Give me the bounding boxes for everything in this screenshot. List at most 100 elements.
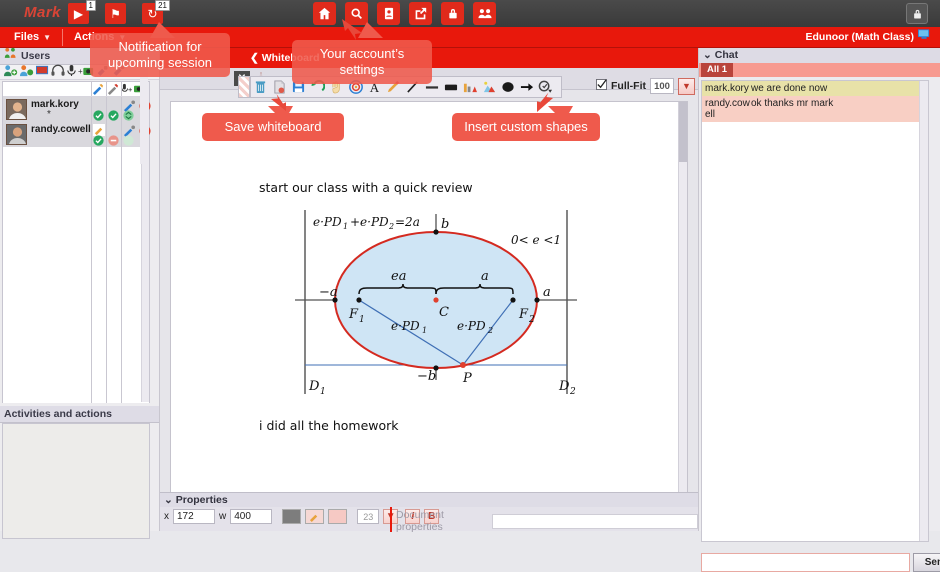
canvas-scroll-thumb[interactable] [679,102,687,162]
microphone-icon[interactable] [66,64,77,80]
send-button[interactable]: Send [913,553,940,572]
ellipse-tool[interactable] [498,77,517,97]
home-icon[interactable] [313,2,336,25]
chat-input[interactable] [701,553,910,572]
full-fit-label: Full-Fit [611,80,646,92]
menu-divider [62,29,63,46]
account-label[interactable]: Edunoor (Math Class) [805,27,930,48]
svg-text:−a: −a [319,285,338,300]
toolbar-drag-handle[interactable] [238,76,250,98]
svg-text:a: a [543,285,551,300]
fill-color-swatch[interactable] [282,509,302,524]
users-table-empty-area [3,147,149,403]
w-label: w [219,511,227,522]
row-divider [106,97,107,122]
chevron-left-icon: ❮ [250,52,259,64]
svg-text:2: 2 [388,222,394,231]
zoom-dropdown-caret[interactable]: ▼ [678,77,695,95]
row-divider [91,147,92,403]
rectangle-tool[interactable] [441,77,460,97]
canvas-text-2[interactable]: i did all the homework [259,418,399,433]
screen-share-icon[interactable] [35,64,50,80]
svg-text:1: 1 [320,387,326,397]
canvas-scrollbar[interactable] [678,102,687,524]
share-icon[interactable] [409,2,432,25]
svg-text:e·PD: e·PD [457,319,486,333]
full-fit-checkbox[interactable] [596,79,607,93]
zoom-value[interactable]: 100 [650,78,674,94]
svg-text:ea: ea [391,269,406,284]
chat-panel: ⌄ Chat All 1 mark.kory we are done now r… [698,48,940,572]
add-user-icon[interactable] [3,64,18,80]
canvas-text-1[interactable]: start our class with a quick review [259,180,473,195]
svg-text:e·PD: e·PD [391,319,420,333]
full-fit-control: Full-Fit 100 ▼ [596,76,695,96]
chat-header[interactable]: ⌄ Chat [699,48,940,63]
table-row[interactable]: mark.kory * [3,97,151,122]
column-divider [106,82,107,96]
svg-text:1: 1 [343,222,348,231]
avatar [6,99,27,120]
properties-header[interactable]: ⌄ Properties [160,493,698,507]
list-item: mark.kory we are done now [702,81,928,96]
svg-text:D: D [308,379,320,394]
users-icon [4,47,17,65]
document-properties-row: Document properties [396,509,698,533]
svg-text:a: a [481,269,489,284]
play-icon: ▶ [73,6,84,21]
callout-account-settings: Your account’s settings [292,40,432,84]
flag-notification-button[interactable]: ⚑ [105,3,126,24]
svg-text:1: 1 [422,326,427,335]
x-input[interactable]: 172 [173,509,215,524]
users-table-header: + [3,82,149,97]
row-divider [121,97,122,122]
svg-text:0< e <1: 0< e <1 [511,233,561,247]
pen-color-swatch[interactable] [305,509,325,524]
session-reminder-button[interactable]: ↻ 21 [142,0,170,24]
svg-text:2: 2 [487,326,493,335]
whiteboard-canvas[interactable]: start our class with a quick review i di… [170,101,688,525]
user-sub: * [47,109,51,120]
pointer-arrow-save [268,93,288,116]
column-pen-icon [92,83,105,98]
chat-tab-all[interactable]: All 1 [701,63,734,77]
image-tool[interactable] [479,77,498,97]
row-divider [91,122,92,147]
chevron-down-icon: ⌄ [703,49,712,61]
play-notification-button[interactable]: ▶ 1 [68,0,96,24]
activities-header: Activities and actions [0,406,159,423]
menu-files[interactable]: Files ▼ [6,27,59,48]
chat-messages: mark.kory we are done now randy.cowell o… [701,80,929,542]
user-name: randy.cowell [31,124,91,135]
svg-text:b: b [441,217,449,232]
message-author: randy.cowell [705,98,750,120]
w-input[interactable]: 400 [230,509,273,524]
row-divider [106,122,107,147]
document-properties-field[interactable] [491,513,698,529]
secure-lock-icon[interactable] [906,3,928,24]
arrow-tool[interactable] [517,77,536,97]
callout-insert-shapes: Insert custom shapes [452,113,600,141]
svg-text:D: D [558,379,570,394]
table-row[interactable]: randy.cowell [3,122,151,147]
svg-text:2: 2 [528,315,535,325]
x-label: x [164,511,169,522]
ellipse-focal-diagram[interactable]: e·PD 1 +e·PD 2 =2a 0< e <1 b −b −a a C F1 … [291,202,581,402]
chat-scrollbar[interactable] [919,81,928,541]
svg-text:+: + [78,67,83,76]
stroke-color-swatch[interactable] [328,509,348,524]
svg-text:P: P [462,371,472,386]
lock-icon[interactable] [441,2,464,25]
presenter-icon[interactable] [19,64,34,80]
users-group-icon[interactable] [473,2,496,25]
row-divider [91,97,92,122]
activities-body [2,48,150,539]
brand-logo: Mark [24,4,62,21]
row-divider [121,147,122,403]
message-text: we are done now [751,83,828,94]
session-reminder-badge: 21 [155,0,170,11]
headset-icon[interactable] [51,64,65,80]
pointer-arrow-account [340,18,366,43]
chart-tool[interactable] [460,77,479,97]
font-size-input[interactable]: 23 [357,509,380,524]
